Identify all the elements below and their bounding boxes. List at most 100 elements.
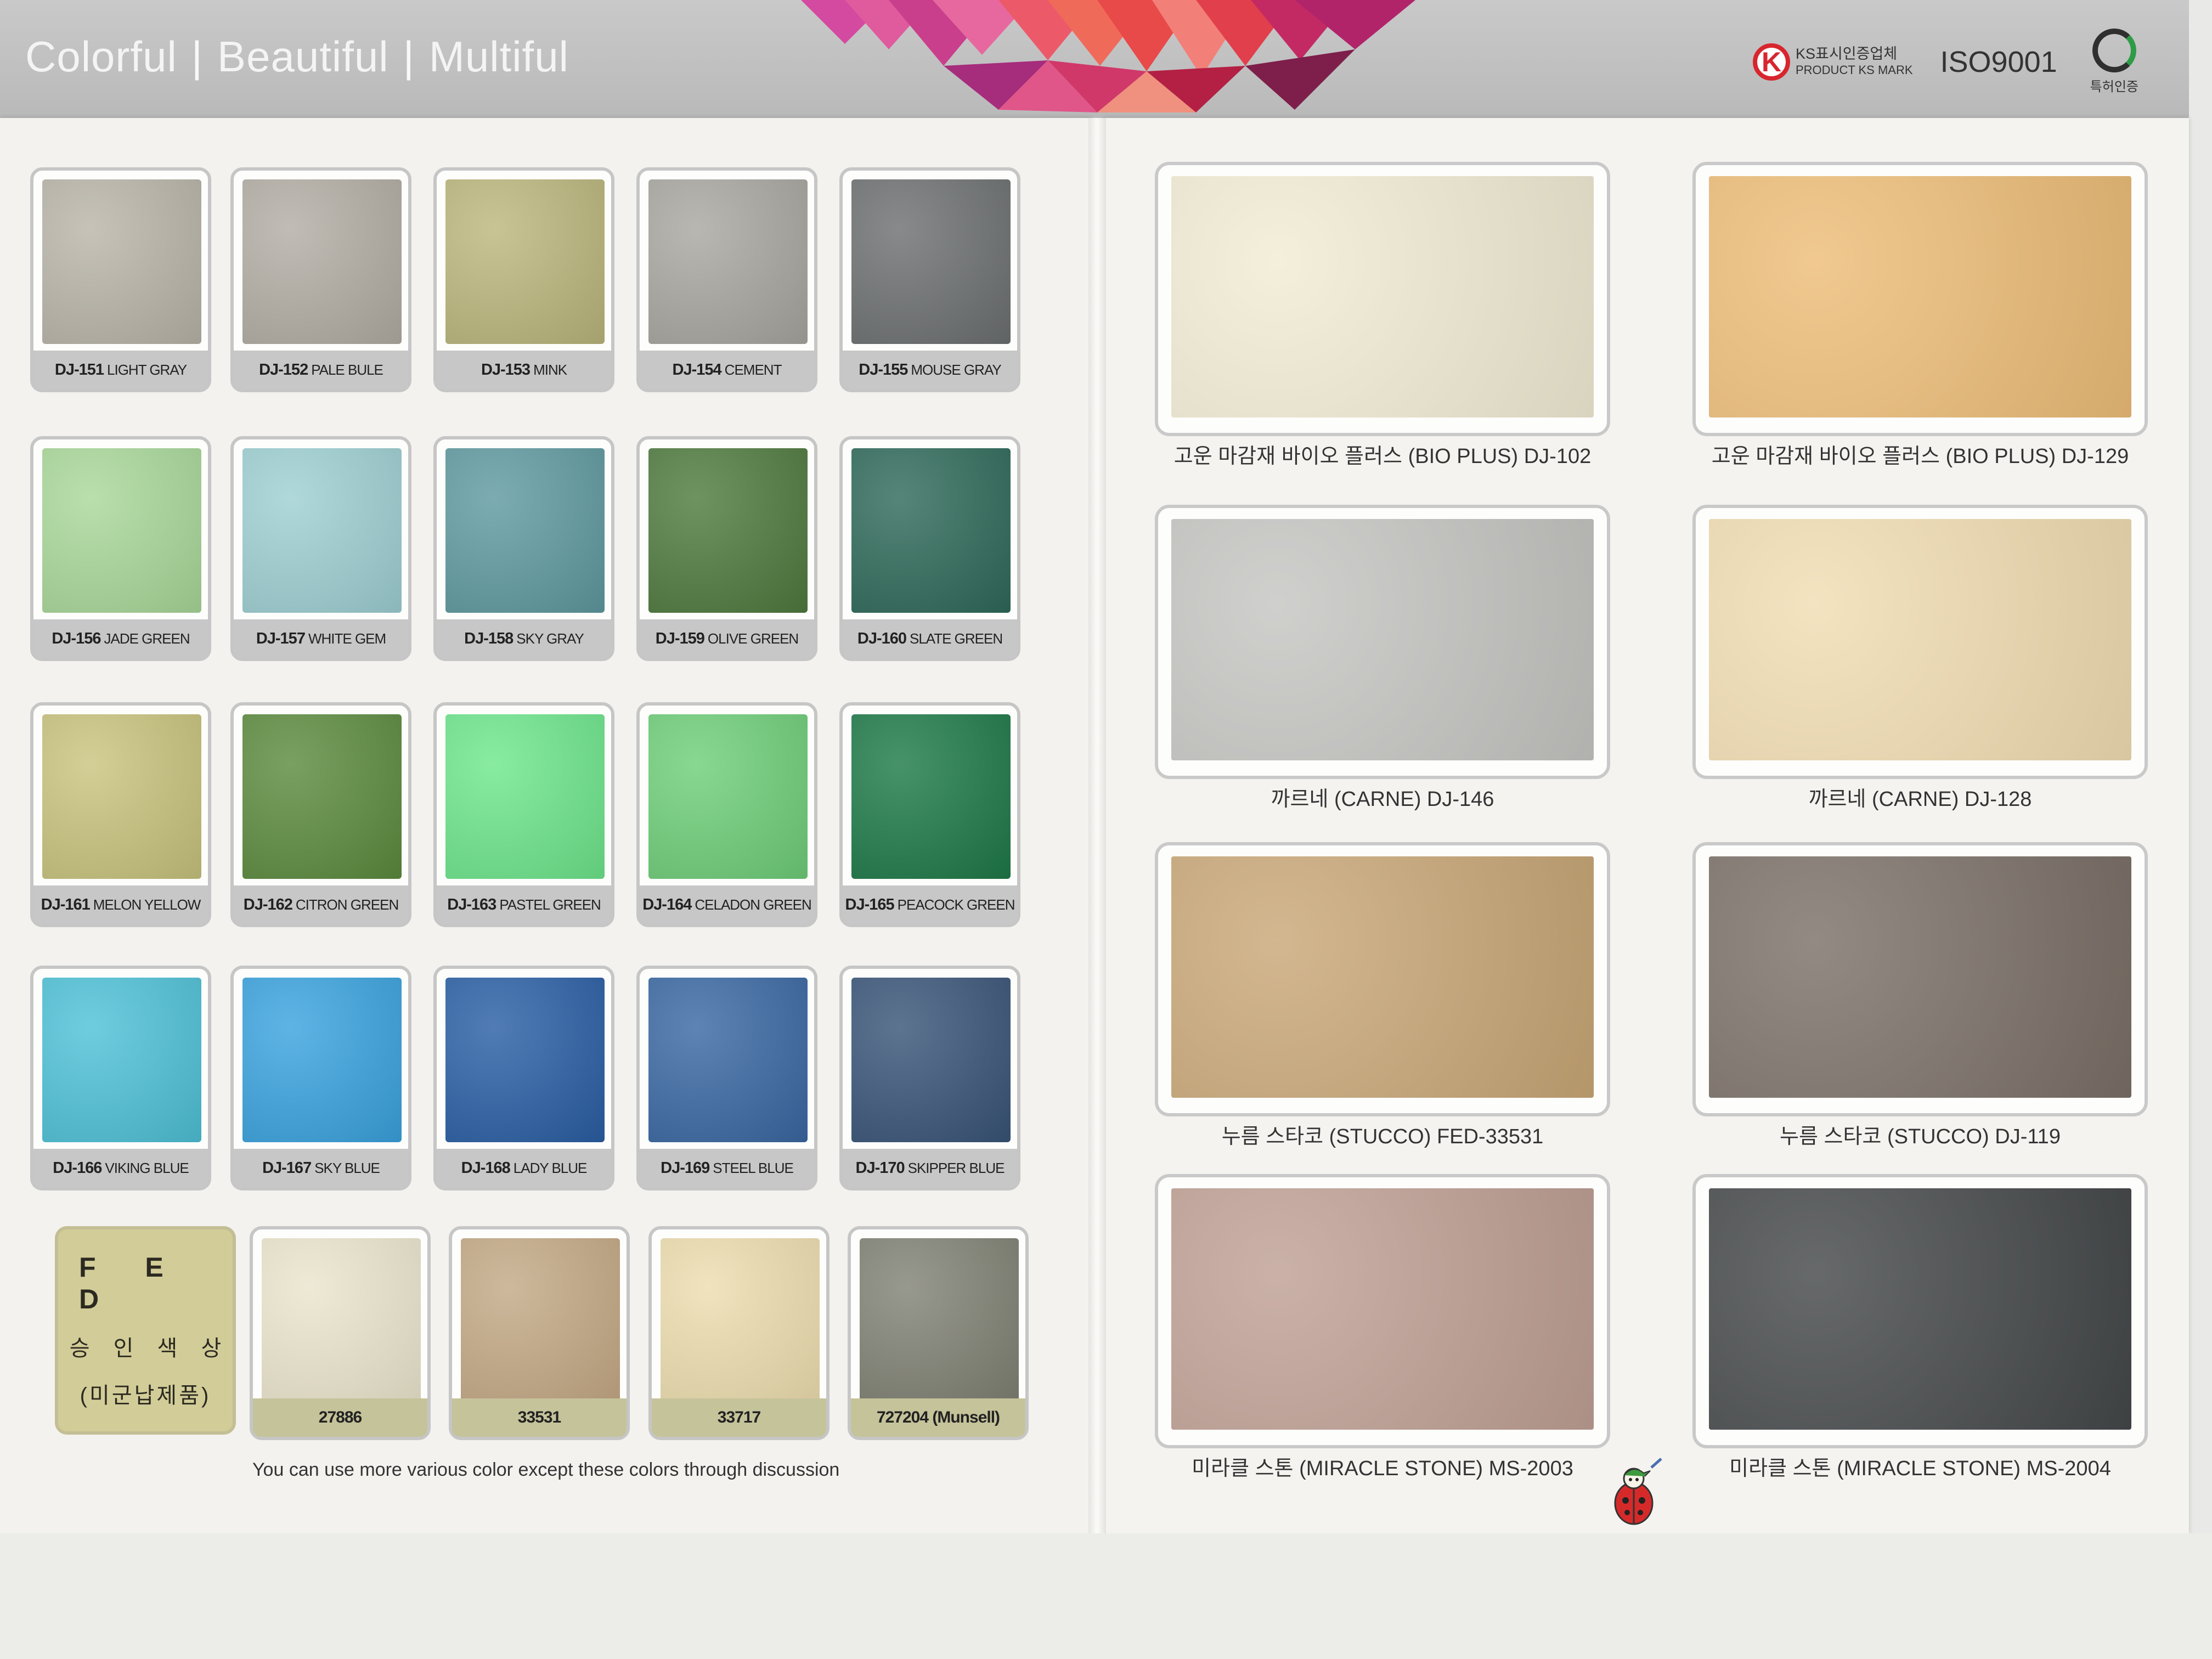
fed-approved-colors-box: F E D 승 인 색 상 (미군납제품) [55,1226,236,1435]
swatch-label: DJ-153 MINK [437,351,611,389]
tagline-word-multiful: Multiful [428,32,569,81]
swatch-tile: DJ-165 PEACOCK GREEN [839,702,1020,927]
swatch-color-sample [445,179,605,344]
swatch-label: DJ-169 STEEL BLUE [640,1149,814,1187]
swatch-label: DJ-152 PALE BULE [234,351,408,389]
swatch-tile: DJ-152 PALE BULE [230,167,411,392]
swatch-code: DJ-169 [661,1159,710,1177]
swatch-label: DJ-155 MOUSE GRAY [843,351,1017,389]
swatch-code: DJ-168 [461,1159,511,1177]
swatch-tile: DJ-157 WHITE GEM [230,436,411,661]
swatch-name: CEMENT [724,361,782,378]
swatch-color-sample [648,179,808,344]
swatch-label: DJ-164 CELADON GREEN [640,885,814,924]
swatch-tile: DJ-163 PASTEL GREEN [433,702,614,927]
swatch-color-sample [242,714,402,879]
texture-sample [1171,519,1594,760]
swatch-name: CITRON GREEN [295,896,399,913]
swatch-color-sample [648,978,808,1142]
swatch-name: STEEL BLUE [713,1159,794,1176]
tagline-word-beautiful: Beautiful [217,32,389,81]
texture-caption: 까르네 (CARNE) DJ-128 [1808,788,2032,811]
ks-mark-icon: K [1753,43,1790,81]
swatch-color-sample [851,714,1011,879]
fed-swatch-color-sample [860,1238,1019,1403]
swatch-tile: DJ-168 LADY BLUE [433,966,614,1190]
texture-panel [1692,505,2148,779]
swatch-code: DJ-157 [256,629,306,647]
swatch-code: DJ-167 [262,1159,312,1177]
swatch-color-sample [42,714,201,879]
swatch-code: DJ-165 [845,895,895,913]
fed-swatch-label: 27886 [253,1398,427,1437]
swatch-tile: DJ-154 CEMENT [636,167,817,392]
swatch-color-sample [851,179,1011,344]
swatch-color-sample [242,448,402,613]
swatch-code: DJ-163 [447,895,496,913]
texture-panel [1692,842,2148,1116]
swatch-tile: DJ-169 STEEL BLUE [636,966,817,1190]
swatch-label: DJ-170 SKIPPER BLUE [843,1149,1017,1187]
swatch-color-sample [42,978,201,1142]
texture-sample [1709,519,2131,760]
swatch-color-sample [648,448,808,613]
swatch-tile: DJ-156 JADE GREEN [30,436,211,661]
swatch-label: DJ-167 SKY BLUE [234,1149,408,1187]
ks-mark: K KS표시인증업체 PRODUCT KS MARK [1753,43,1913,81]
swatch-tile: DJ-158 SKY GRAY [433,436,614,661]
swatch-code: DJ-162 [243,895,293,913]
texture-sample [1709,1188,2131,1430]
texture-panel [1692,1174,2148,1448]
page-fold [1088,118,1106,1533]
fed-swatch-label: 33717 [652,1398,826,1437]
certifications: K KS표시인증업체 PRODUCT KS MARK ISO9001 특허인증 [1753,29,2138,95]
fed-title: F E D [79,1252,184,1314]
swatch-code: DJ-155 [859,360,908,379]
triangle-pattern-banner [801,0,1415,112]
texture-sample [1709,176,2131,417]
swatch-label: DJ-160 SLATE GREEN [843,619,1017,658]
fed-subtitle: 승 인 색 상 [69,1336,230,1361]
swatch-tile: DJ-155 MOUSE GRAY [839,167,1020,392]
swatch-label: DJ-159 OLIVE GREEN [640,619,814,658]
swatch-label: DJ-163 PASTEL GREEN [437,885,611,924]
swatch-code: DJ-159 [655,629,705,647]
swatch-code: DJ-154 [672,360,722,379]
patent-g-icon [2092,29,2136,72]
swatch-code: DJ-156 [52,629,101,647]
ks-mark-korean: KS표시인증업체 [1796,45,1898,62]
swatch-name: CELADON GREEN [695,896,811,913]
fed-swatch-color-sample [461,1238,620,1403]
texture-sample [1171,856,1594,1098]
swatch-color-sample [851,978,1011,1142]
swatch-name: VIKING BLUE [105,1159,189,1176]
texture-panel [1155,1174,1610,1448]
swatch-name: JADE GREEN [104,630,190,647]
swatch-tile: DJ-164 CELADON GREEN [636,702,817,927]
texture-caption: 미라클 스톤 (MIRACLE STONE) MS-2003 [1192,1457,1573,1480]
swatch-code: DJ-160 [857,629,907,647]
swatch-name: SKY GRAY [516,630,584,647]
texture-sample [1171,176,1594,417]
swatch-tile: DJ-166 VIKING BLUE [30,966,211,1190]
fed-swatch-tile: 33531 [449,1226,630,1440]
swatch-label: DJ-151 LIGHT GRAY [33,351,208,389]
swatch-code: DJ-151 [54,360,104,379]
tagline: Colorful | Beautiful | Multiful [25,32,569,82]
texture-panel [1692,162,2148,436]
texture-sample [1171,1188,1594,1430]
fed-swatch-color-sample [262,1238,421,1403]
swatch-label: DJ-158 SKY GRAY [437,619,611,658]
patent-label: 특허인증 [2090,80,2138,94]
fed-swatch-tile: 33717 [648,1226,830,1440]
patent-mark: 특허인증 [2090,29,2138,95]
swatch-label: DJ-154 CEMENT [640,351,814,389]
swatch-label: DJ-161 MELON YELLOW [33,885,208,924]
swatch-label: DJ-157 WHITE GEM [234,619,408,658]
tagline-separator: | [191,32,204,81]
tagline-separator: | [403,32,415,81]
swatch-name: MELON YELLOW [93,896,201,913]
swatch-name: OLIVE GREEN [707,630,799,647]
swatch-tile: DJ-151 LIGHT GRAY [30,167,211,392]
texture-caption: 고운 마감재 바이오 플러스 (BIO PLUS) DJ-102 [1173,445,1592,468]
